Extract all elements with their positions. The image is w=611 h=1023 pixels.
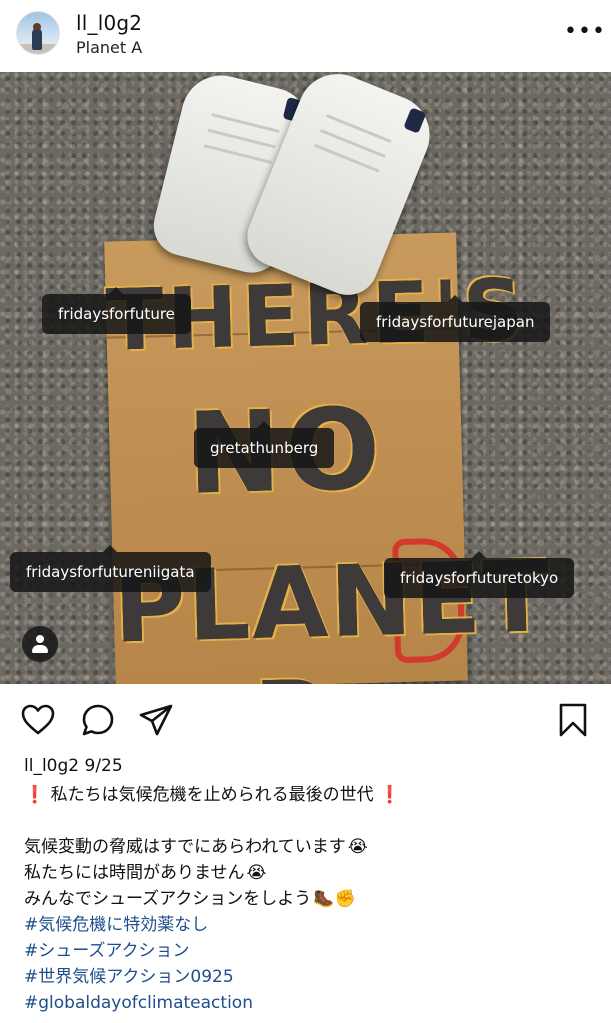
shoe-lace bbox=[211, 113, 280, 133]
person-icon-body bbox=[32, 645, 48, 653]
caption-headline: ❗ 私たちは気候危機を止められる最後の世代 ❗ bbox=[24, 782, 604, 808]
photo-tag[interactable]: fridaysforfutureniigata bbox=[10, 545, 211, 592]
post-date: 9/25 bbox=[84, 756, 123, 776]
shoe-heel-tab bbox=[403, 107, 427, 134]
person-icon-head bbox=[36, 635, 44, 643]
comment-icon[interactable] bbox=[80, 702, 116, 738]
avatar-figure bbox=[32, 28, 42, 50]
exclamation-icon: ❗ bbox=[378, 785, 401, 805]
post-header: ll_l0g2 Planet A ••• bbox=[0, 0, 611, 72]
boot-and-fist-icon: 🥾✊ bbox=[313, 889, 356, 909]
headline-text: 私たちは気候危機を止められる最後の世代 bbox=[50, 785, 374, 805]
share-icon[interactable] bbox=[138, 702, 174, 738]
caption-username[interactable]: ll_l0g2 bbox=[24, 756, 79, 776]
more-options-icon[interactable]: ••• bbox=[564, 21, 605, 43]
photo-tag[interactable]: fridaysforfuturetokyo bbox=[384, 551, 575, 598]
caption-line-text: 私たちには時間がありません bbox=[24, 863, 245, 883]
exclamation-icon: ❗ bbox=[24, 785, 46, 805]
crying-face-icon: 😭 bbox=[347, 837, 368, 857]
caption-line: みんなでシューズアクションをしよう 🥾✊ bbox=[24, 886, 604, 912]
heart-icon[interactable] bbox=[20, 702, 56, 738]
caption-line: 私たちには時間がありません 😭 bbox=[24, 860, 604, 886]
avatar-head bbox=[33, 23, 41, 31]
crying-face-icon: 😭 bbox=[246, 863, 267, 883]
caption-line: 気候変動の脅威はすでにあらわれています 😭 bbox=[24, 834, 604, 860]
action-bar bbox=[0, 684, 611, 756]
hashtag-link[interactable]: #シューズアクション bbox=[24, 938, 604, 964]
post-photo[interactable]: THERE'S NO PLANET B fridaysforfuture fri… bbox=[0, 72, 611, 684]
hashtag-link[interactable]: #気候危機に特効薬なし bbox=[24, 912, 604, 938]
shoe-lace bbox=[207, 128, 276, 149]
photo-tag[interactable]: fridaysforfuture bbox=[42, 287, 191, 334]
caption-line-text: みんなでシューズアクションをしよう bbox=[24, 889, 312, 909]
username[interactable]: ll_l0g2 bbox=[76, 11, 142, 35]
shoe-lace bbox=[203, 144, 273, 165]
caption-line-text: 気候変動の脅威はすでにあらわれています bbox=[24, 837, 346, 857]
photo-tag[interactable]: fridaysforfuturejapan bbox=[360, 295, 551, 342]
shoe-lace bbox=[325, 114, 392, 144]
bookmark-icon[interactable] bbox=[555, 702, 591, 738]
avatar[interactable] bbox=[16, 11, 60, 55]
person-icon[interactable] bbox=[22, 626, 58, 662]
location-label[interactable]: Planet A bbox=[76, 38, 142, 57]
post-meta: ll_l0g2 9/25 bbox=[24, 756, 123, 776]
photo-tag[interactable]: gretathunberg bbox=[194, 421, 335, 468]
hashtag-link[interactable]: #世界気候アクション0925 bbox=[24, 964, 604, 990]
hashtag-link[interactable]: #globaldayofclimateaction bbox=[24, 990, 604, 1016]
